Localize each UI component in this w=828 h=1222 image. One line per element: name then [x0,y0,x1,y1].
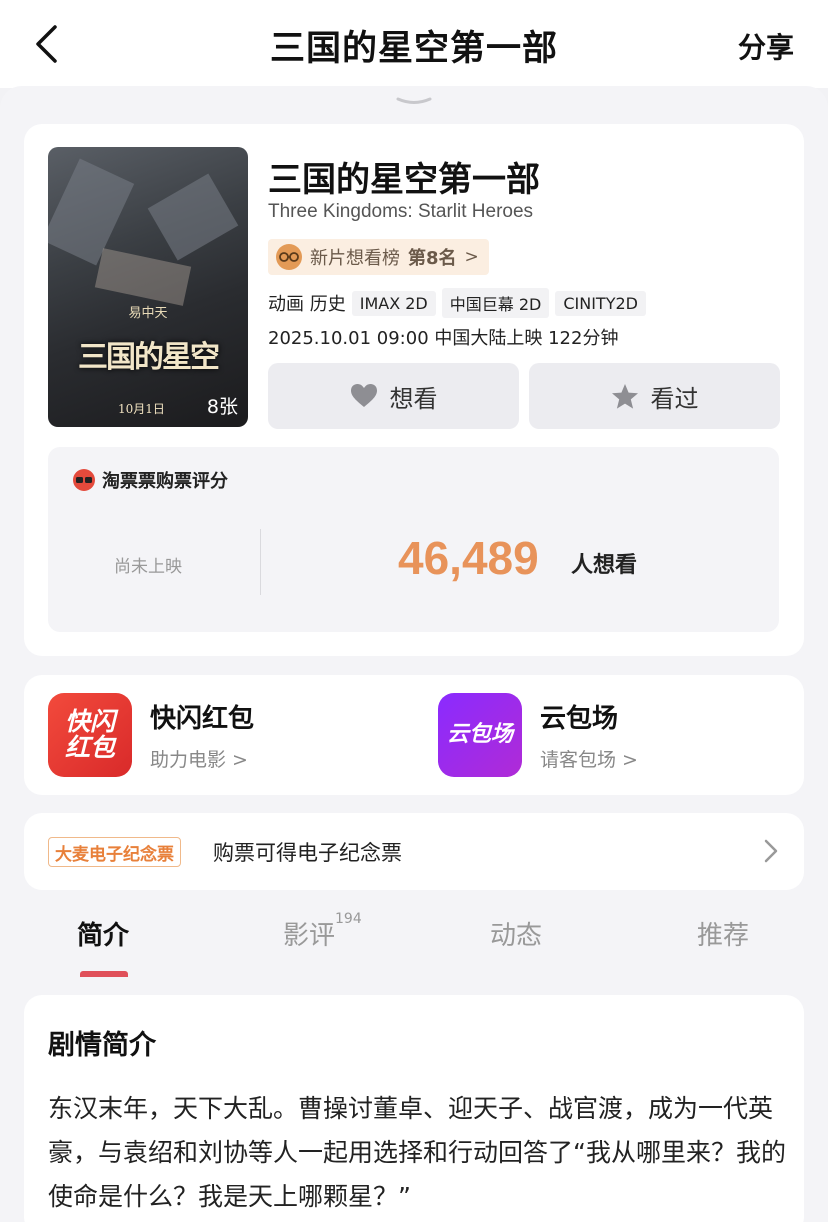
want-count-suffix: 人想看 [571,553,638,578]
movie-meta-row: 动画 历史 IMAX 2D 中国巨幕 2D CINITY2D [268,288,646,318]
poster-art-shard [147,173,239,261]
poster-author: 易中天 [128,306,168,321]
star-icon [611,383,638,409]
rating-panel: 淘票票购票评分 尚未上映 46,489 人想看 [48,447,779,632]
movie-title: 三国的星空第一部 [268,160,540,200]
promo-flash-redpacket[interactable]: 快闪红包 快闪红包 助力电影 > [48,693,254,777]
share-button[interactable]: 分享 [738,26,794,66]
movie-genres: 动画 历史 [268,294,346,315]
poster-date: 10月1日 [118,402,165,416]
promo-text: 云包场 请客包场 > [540,698,638,772]
watched-button[interactable]: 看过 [529,363,780,429]
rating-divider [260,529,261,595]
format-tag: IMAX 2D [351,290,436,316]
rank-label: 新片想看榜 [310,248,400,269]
rating-heading: 淘票票购票评分 [102,471,228,492]
poster-image-count: 8张 [206,396,238,418]
tab-news[interactable]: 动态 [490,915,542,952]
promo-title: 云包场 [540,704,619,734]
rank-position: 第8名 [408,248,457,269]
promo-subtitle: 请客包场 > [540,749,638,771]
tab-intro[interactable]: 简介 [77,915,129,952]
pull-handle-icon[interactable] [396,96,432,108]
movie-english-title: Three Kingdoms: Starlit Heroes [268,201,534,222]
format-tag: 中国巨幕 2D [441,288,550,318]
souvenir-ticket-text: 购票可得电子纪念票 [213,841,402,865]
heart-icon [350,384,377,407]
souvenir-ticket-badge: 大麦电子纪念票 [48,837,181,867]
souvenir-ticket-row[interactable]: 大麦电子纪念票 购票可得电子纪念票 [24,813,804,890]
promo-card: 快闪红包 快闪红包 助力电影 > 云包场 云包场 请客包场 > [24,675,804,795]
review-count: 194 [335,911,362,927]
tab-reviews-label: 影评 [283,921,336,951]
active-tab-indicator [80,971,128,977]
release-info: 2025.10.01 09:00 中国大陆上映 122分钟 [268,328,619,349]
poster-art-shard [48,158,135,266]
chevron-right-icon: > [464,247,479,267]
tab-recommend[interactable]: 推荐 [697,915,749,952]
format-tag: CINITY2D [555,290,646,316]
synopsis-text: 东汉末年，天下大乱。曹操讨董卓、迎天子、战官渡，成为一代英豪，与袁绍和刘协等人一… [48,1094,786,1211]
glasses-icon [276,244,302,270]
movie-info-card: 易中天 三国的星空 10月1日 8张 三国的星空第一部 Three Kingdo… [24,124,804,656]
promo-subtitle: 助力电影 > [150,749,248,771]
synopsis-heading: 剧情简介 [48,1030,156,1061]
movie-poster[interactable]: 易中天 三国的星空 10月1日 8张 [48,147,248,427]
want-count: 46,489 [398,532,539,584]
taopiaopiao-logo-icon [73,469,95,491]
page-title: 三国的星空第一部 [269,29,558,69]
poster-title: 三国的星空 [78,340,220,375]
promo-text: 快闪红包 助力电影 > [150,698,254,772]
cloud-booking-icon: 云包场 [438,693,522,777]
rating-header: 淘票票购票评分 [72,467,228,493]
want-to-watch-button[interactable]: 想看 [268,363,519,429]
top-bar: 三国的星空第一部 分享 [0,0,828,88]
tab-reviews[interactable]: 影评194 [283,911,362,952]
rank-badge[interactable]: 新片想看榜 第8名 > [268,239,489,275]
promo-title: 快闪红包 [150,704,255,734]
detail-tabs: 简介 影评194 动态 推荐 [0,911,828,977]
watched-label: 看过 [650,384,699,413]
promo-cloud-booking[interactable]: 云包场 云包场 请客包场 > [438,693,638,777]
chevron-right-icon [764,839,778,863]
redpacket-icon: 快闪红包 [48,693,132,777]
release-status: 尚未上映 [114,557,182,577]
want-to-watch-label: 想看 [389,384,438,413]
synopsis-card: 剧情简介 东汉末年，天下大乱。曹操讨董卓、迎天子、战官渡，成为一代英豪，与袁绍和… [24,995,804,1222]
